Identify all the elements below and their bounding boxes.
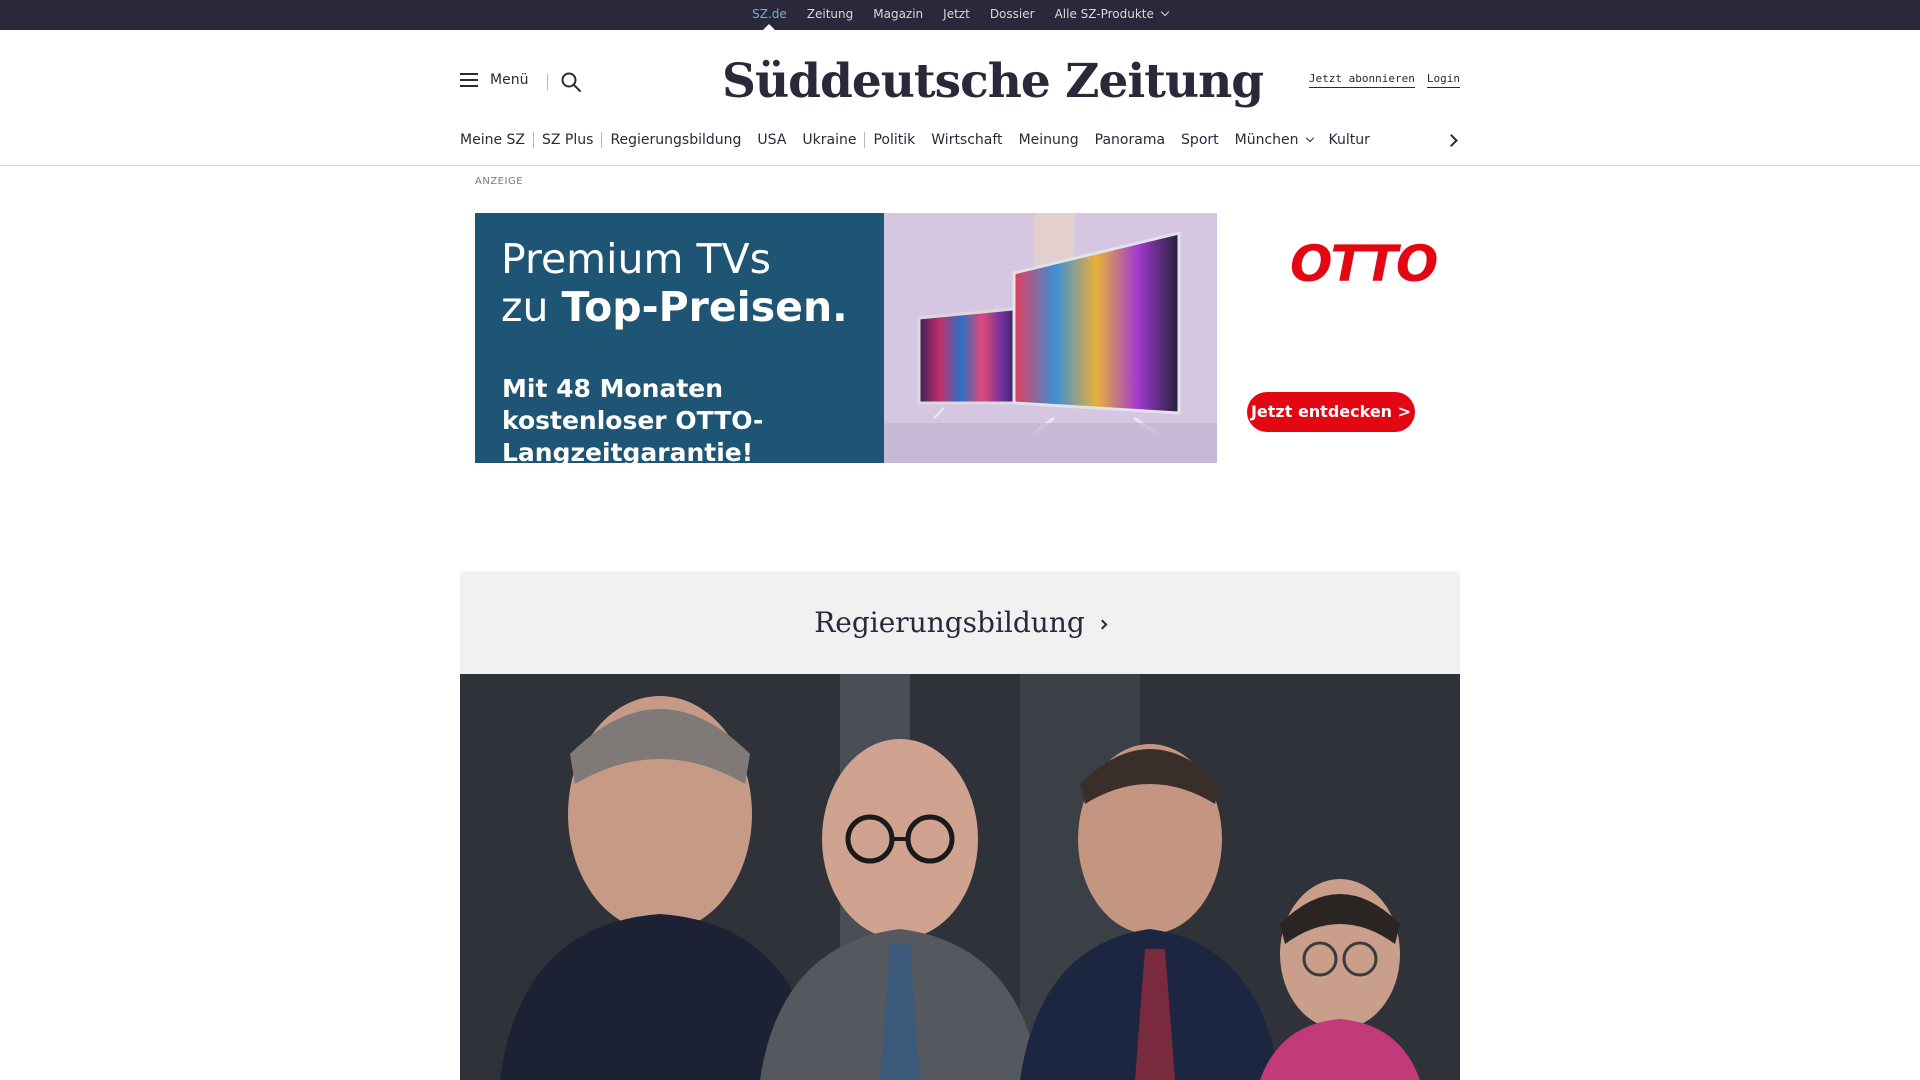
product-link-jetzt[interactable]: Jetzt [933, 0, 980, 30]
ad-headline-2: zu Top-Preisen. [501, 283, 848, 331]
section-header[interactable]: Regierungsbildung [460, 571, 1460, 674]
ad-headline-2-prefix: zu [501, 283, 562, 331]
menu-label: Menü [490, 72, 529, 88]
search-icon[interactable] [560, 71, 582, 93]
ad-text-panel: Premium TVs zu Top-Preisen. Mit 48 Monat… [475, 213, 884, 467]
nav-item-regierungsbildung[interactable]: Regierungsbildung [602, 132, 749, 148]
site-header: Menü Süddeutsche Zeitung Jetzt abonniere… [460, 30, 1460, 138]
product-dropdown-label: Alle SZ-Produkte [1054, 7, 1154, 21]
product-link-zeitung[interactable]: Zeitung [797, 0, 863, 30]
product-link-sz-de[interactable]: SZ.de [742, 0, 797, 30]
chevron-right-icon [1097, 619, 1108, 630]
ad-headline-2-bold: Top-Preisen. [561, 283, 848, 331]
ad-banner[interactable]: Premium TVs zu Top-Preisen. Mit 48 Monat… [475, 213, 1450, 467]
hero-image[interactable] [460, 674, 1460, 1080]
ad-headline-1: Premium TVs [501, 235, 771, 283]
site-logo[interactable]: Süddeutsche Zeitung [722, 46, 1264, 118]
ad-tv-image [884, 213, 1217, 463]
nav-item-muenchen[interactable]: München [1227, 132, 1321, 148]
nav-item-muenchen-label: München [1234, 132, 1299, 148]
ad-cta-button[interactable]: Jetzt entdecken > [1247, 392, 1415, 432]
nav-item-kultur[interactable]: Kultur [1321, 132, 1378, 148]
product-link-magazin[interactable]: Magazin [863, 0, 933, 30]
nav-item-wirtschaft[interactable]: Wirtschaft [923, 132, 1010, 148]
otto-logo: OTTO [1290, 235, 1438, 293]
menu-button[interactable]: Menü [460, 72, 528, 88]
subscribe-link[interactable]: Jetzt abonnieren [1308, 72, 1415, 88]
ad-label: ANZEIGE [475, 176, 524, 187]
product-dropdown-all[interactable]: Alle SZ-Produkte [1045, 0, 1178, 30]
chevron-down-icon [1305, 133, 1314, 143]
hamburger-icon [460, 73, 478, 87]
nav-item-ukraine[interactable]: Ukraine [794, 132, 864, 148]
header-divider [0, 165, 1920, 166]
nav-item-sport[interactable]: Sport [1173, 132, 1227, 148]
login-link[interactable]: Login [1426, 72, 1460, 88]
chevron-down-icon [1160, 7, 1170, 17]
nav-item-meinung[interactable]: Meinung [1011, 132, 1087, 148]
divider [547, 74, 548, 90]
ad-subline: Mit 48 Monaten kostenloser OTTO-Langzeit… [502, 374, 764, 467]
account-links: Jetzt abonnieren Login [1308, 72, 1460, 88]
nav-item-usa[interactable]: USA [749, 132, 794, 148]
main-nav: Meine SZ SZ Plus Regierungsbildung USA U… [460, 128, 1460, 152]
nav-item-sz-plus[interactable]: SZ Plus [534, 132, 601, 148]
product-bar: SZ.de Zeitung Magazin Jetzt Dossier Alle… [0, 0, 1920, 30]
section-title: Regierungsbildung [814, 606, 1085, 639]
chevron-right-icon[interactable] [1447, 134, 1459, 146]
nav-item-politik[interactable]: Politik [865, 132, 923, 148]
nav-item-meine-sz[interactable]: Meine SZ [460, 132, 533, 148]
nav-item-panorama[interactable]: Panorama [1087, 132, 1173, 148]
product-link-dossier[interactable]: Dossier [980, 0, 1045, 30]
